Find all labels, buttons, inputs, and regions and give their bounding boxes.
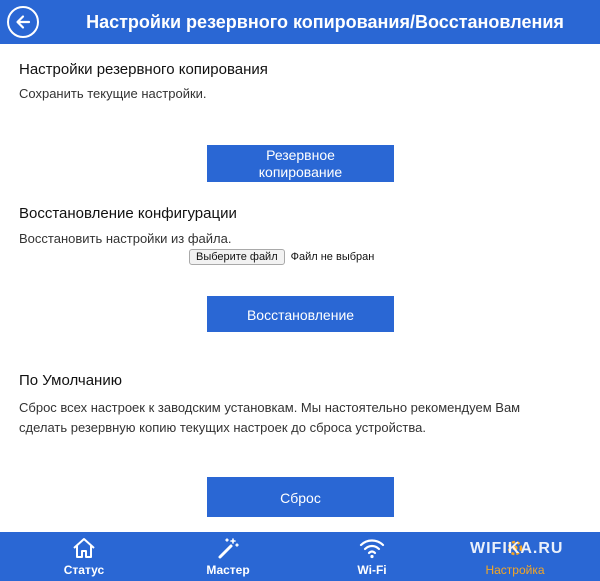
magic-wand-icon [218,538,239,559]
defaults-desc-line1: Сброс всех настроек к заводским установк… [19,400,521,415]
file-status: Файл не выбран [290,251,375,263]
choose-file-button[interactable]: Выберите файл [189,249,285,265]
backup-section-desc: Сохранить текущие настройки. [19,86,207,101]
nav-item-wifi[interactable]: Wi-Fi [337,532,407,581]
defaults-desc-line2: сделать резервную копию текущих настроек… [19,420,426,435]
nav-item-wizard[interactable]: Мастер [193,532,263,581]
nav-label-wifi: Wi-Fi [357,563,387,577]
watermark-logo: WIFIKA.RU [470,540,564,557]
arrow-left-icon [16,15,31,29]
home-icon [73,538,95,558]
page-title: Настройки резервного копирования/Восстан… [86,12,564,32]
backup-button-label-line2: копирование [258,164,343,180]
defaults-section-title: По Умолчанию [19,372,122,389]
file-picker: Выберите файл Файл не выбран [189,249,374,265]
reset-button[interactable]: Сброс [207,477,394,517]
restore-section-desc: Восстановить настройки из файла. [19,231,232,246]
backup-button-label-line1: Резервное [266,147,335,163]
wifi-icon [359,539,385,559]
nav-label-status: Статус [63,563,105,577]
defaults-section-desc: Сброс всех настроек к заводским установк… [19,398,520,438]
restore-button[interactable]: Восстановление [207,296,394,332]
nav-label-wizard: Мастер [206,563,250,577]
header-bar: Настройки резервного копирования/Восстан… [0,0,600,44]
back-button[interactable] [7,6,39,38]
nav-label-settings: Настройка [485,563,545,577]
restore-section-title: Восстановление конфигурации [19,205,237,222]
nav-item-status[interactable]: Статус [49,532,119,581]
backup-button[interactable]: Резервное копирование [207,145,394,182]
backup-section-title: Настройки резервного копирования [19,61,268,78]
